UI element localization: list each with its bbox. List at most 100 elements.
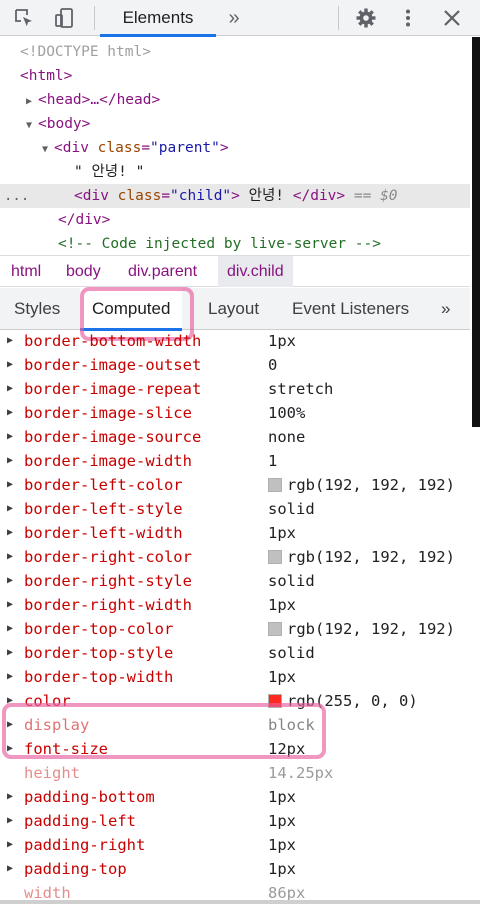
dom-node-div-parent[interactable]: ▼ <div class="parent">: [0, 136, 470, 160]
tab-computed[interactable]: Computed: [80, 288, 183, 331]
property-name: border-image-width: [24, 452, 192, 470]
dom-node-doctype[interactable]: <!DOCTYPE html>: [0, 40, 470, 64]
expand-triangle-icon[interactable]: ▶: [7, 665, 13, 689]
expand-triangle-icon[interactable]: ▶: [7, 809, 13, 833]
div-child-tag-close: >: [231, 188, 240, 204]
expand-triangle-icon[interactable]: ▶: [7, 713, 13, 737]
property-value-text: stretch: [268, 380, 334, 398]
computed-property-row[interactable]: ▶ border-right-color rgb(192, 192, 192): [0, 545, 470, 569]
computed-property-row[interactable]: height 14.25px: [0, 761, 470, 785]
computed-property-row[interactable]: ▶ font-size 12px: [0, 737, 470, 761]
expand-triangle-icon[interactable]: ▶: [7, 449, 13, 473]
breadcrumb-html[interactable]: html: [2, 256, 50, 287]
property-value-text: 1px: [268, 596, 296, 614]
color-swatch-icon[interactable]: [268, 478, 282, 492]
expand-triangle-icon[interactable]: ▶: [7, 689, 13, 713]
property-value-text: 1px: [268, 788, 296, 806]
inspect-element-icon[interactable]: [12, 6, 36, 30]
more-tabs-button[interactable]: »: [222, 0, 246, 36]
property-value-text: 12px: [268, 740, 306, 758]
collapse-triangle-icon[interactable]: ▼: [26, 114, 38, 138]
tab-elements[interactable]: Elements: [100, 0, 216, 37]
computed-property-row[interactable]: ▶ border-image-repeat stretch: [0, 377, 470, 401]
expand-triangle-icon[interactable]: ▶: [7, 617, 13, 641]
settings-gear-icon[interactable]: [354, 6, 378, 30]
property-value: solid: [268, 497, 315, 521]
expand-triangle-icon[interactable]: ▶: [7, 521, 13, 545]
collapse-triangle-icon[interactable]: ▼: [42, 138, 54, 162]
expand-triangle-icon[interactable]: ▶: [7, 331, 13, 353]
property-value: 1px: [268, 665, 296, 689]
computed-property-row[interactable]: ▶ border-left-width 1px: [0, 521, 470, 545]
expand-triangle-icon[interactable]: ▶: [7, 353, 13, 377]
breadcrumb-div-child[interactable]: div.child: [218, 256, 293, 287]
computed-property-row[interactable]: ▶ padding-left 1px: [0, 809, 470, 833]
computed-property-row[interactable]: ▶ color rgb(255, 0, 0): [0, 689, 470, 713]
breadcrumb-class: .child: [246, 263, 284, 280]
div-parent-attr-value: "parent": [150, 140, 220, 156]
color-swatch-icon[interactable]: [268, 694, 282, 708]
tab-styles[interactable]: Styles: [14, 288, 60, 330]
close-icon[interactable]: [440, 6, 464, 30]
computed-property-row[interactable]: ▶ border-image-width 1: [0, 449, 470, 473]
computed-property-row[interactable]: ▶ border-right-width 1px: [0, 593, 470, 617]
property-value-text: solid: [268, 500, 315, 518]
more-options-ellipsis[interactable]: ...: [4, 184, 29, 208]
expand-triangle-icon[interactable]: ▶: [7, 569, 13, 593]
property-value: stretch: [268, 377, 333, 401]
property-value: rgb(255, 0, 0): [268, 689, 418, 713]
property-value-text: 1px: [268, 524, 296, 542]
computed-property-row[interactable]: ▶ border-top-color rgb(192, 192, 192): [0, 617, 470, 641]
computed-property-row[interactable]: ▶ border-top-style solid: [0, 641, 470, 665]
more-subtabs-button[interactable]: »: [441, 288, 450, 330]
expand-triangle-icon[interactable]: ▶: [7, 473, 13, 497]
expand-triangle-icon[interactable]: ▶: [7, 641, 13, 665]
expand-triangle-icon[interactable]: ▶: [7, 497, 13, 521]
tab-event-listeners[interactable]: Event Listeners: [292, 288, 409, 330]
computed-property-row[interactable]: ▶ border-image-slice 100%: [0, 401, 470, 425]
computed-property-row[interactable]: ▶ border-right-style solid: [0, 569, 470, 593]
property-value-text: 100%: [268, 404, 306, 422]
computed-property-row[interactable]: ▶ padding-top 1px: [0, 857, 470, 881]
dom-node-html[interactable]: <html>: [0, 64, 470, 88]
computed-property-row[interactable]: ▶ border-top-width 1px: [0, 665, 470, 689]
property-name: width: [24, 884, 71, 901]
expand-triangle-icon[interactable]: ▶: [7, 377, 13, 401]
expand-triangle-icon[interactable]: ▶: [7, 593, 13, 617]
computed-property-row[interactable]: ▶ border-image-source none: [0, 425, 470, 449]
computed-property-row[interactable]: ▶ padding-bottom 1px: [0, 785, 470, 809]
dom-node-comment[interactable]: <!-- Code injected by live-server -->: [0, 232, 470, 255]
computed-property-row[interactable]: ▶ border-left-style solid: [0, 497, 470, 521]
property-name: border-image-source: [24, 428, 202, 446]
device-toolbar-icon[interactable]: [52, 6, 76, 30]
computed-property-row[interactable]: width 86px: [0, 881, 470, 901]
dom-node-head[interactable]: ▶ <head>…</head>: [0, 88, 470, 112]
color-swatch-icon[interactable]: [268, 550, 282, 564]
expand-triangle-icon[interactable]: ▶: [7, 425, 13, 449]
expand-triangle-icon[interactable]: ▶: [7, 401, 13, 425]
computed-property-row[interactable]: ▶ border-bottom-width 1px: [0, 331, 470, 353]
dom-node-div-close[interactable]: </div>: [0, 208, 470, 232]
color-swatch-icon[interactable]: [268, 622, 282, 636]
computed-property-row[interactable]: ▶ padding-right 1px: [0, 833, 470, 857]
expand-triangle-icon[interactable]: ▶: [7, 785, 13, 809]
tab-layout[interactable]: Layout: [208, 288, 259, 330]
body-tag: <body>: [38, 116, 91, 132]
expand-triangle-icon[interactable]: ▶: [7, 737, 13, 761]
property-value: 100%: [268, 401, 305, 425]
expand-triangle-icon[interactable]: ▶: [26, 90, 38, 114]
breadcrumb-div-parent[interactable]: div.parent: [119, 256, 206, 287]
computed-property-row[interactable]: ▶ border-left-color rgb(192, 192, 192): [0, 473, 470, 497]
breadcrumb-body[interactable]: body: [57, 256, 110, 287]
computed-property-row[interactable]: ▶ display block: [0, 713, 470, 737]
dom-node-body[interactable]: ▼ <body>: [0, 112, 470, 136]
kebab-menu-icon[interactable]: [396, 6, 420, 30]
dom-node-div-child-selected[interactable]: ... <div class="child"> 안녕! </div> == $0: [0, 184, 470, 208]
expand-triangle-icon[interactable]: ▶: [7, 857, 13, 881]
expand-triangle-icon[interactable]: ▶: [7, 833, 13, 857]
property-value: 14.25px: [268, 761, 333, 785]
dom-node-text[interactable]: " 안녕! ": [0, 160, 470, 184]
property-name: border-left-style: [24, 500, 183, 518]
expand-triangle-icon[interactable]: ▶: [7, 545, 13, 569]
computed-property-row[interactable]: ▶ border-image-outset 0: [0, 353, 470, 377]
